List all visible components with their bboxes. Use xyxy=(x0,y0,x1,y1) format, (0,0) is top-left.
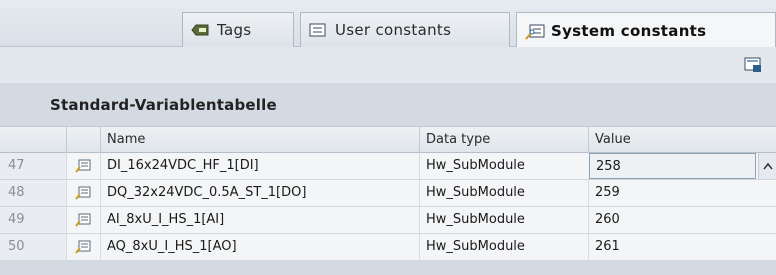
row-number: 50 xyxy=(0,234,66,260)
table-header: Name Data type Value xyxy=(0,126,776,153)
constant-icon xyxy=(66,153,100,179)
header-name[interactable]: Name xyxy=(100,127,419,153)
row-data-type[interactable]: Hw_SubModule xyxy=(419,180,588,206)
tags-icon xyxy=(191,23,209,37)
system-constants-icon xyxy=(525,24,545,40)
row-number: 48 xyxy=(0,180,66,206)
tab-system-constants[interactable]: System constants xyxy=(516,12,776,48)
table-title: Standard-Variablentabelle xyxy=(50,96,277,114)
list-icon xyxy=(309,23,327,37)
row-value[interactable]: 258 xyxy=(589,153,756,179)
toolbar xyxy=(0,47,776,83)
tab-tags-label: Tags xyxy=(217,21,252,39)
row-name[interactable]: AI_8xU_I_HS_1[AI] xyxy=(100,207,419,233)
tab-user-constants[interactable]: User constants xyxy=(300,12,510,47)
tab-strip: Tags User constants System constants xyxy=(0,0,776,48)
row-name[interactable]: AQ_8xU_I_HS_1[AO] xyxy=(100,234,419,260)
row-data-type[interactable]: Hw_SubModule xyxy=(419,207,588,233)
tab-user-constants-label: User constants xyxy=(335,21,452,39)
row-value[interactable]: 259 xyxy=(588,180,758,206)
monitor-icon[interactable] xyxy=(744,56,762,74)
constant-icon xyxy=(66,180,100,206)
constant-icon xyxy=(66,234,100,260)
header-value[interactable]: Value xyxy=(588,127,776,153)
constant-icon xyxy=(66,207,100,233)
scroll-up-button[interactable] xyxy=(758,153,776,179)
row-value[interactable]: 260 xyxy=(588,207,758,233)
table-row[interactable]: 50 AQ_8xU_I_HS_1[AO] Hw_SubModule 261 xyxy=(0,234,776,261)
header-data-type[interactable]: Data type xyxy=(419,127,588,153)
tab-system-constants-label: System constants xyxy=(551,21,707,40)
row-name[interactable]: DQ_32x24VDC_0.5A_ST_1[DO] xyxy=(100,180,419,206)
row-number: 49 xyxy=(0,207,66,233)
header-number xyxy=(0,127,66,153)
row-value[interactable]: 261 xyxy=(588,234,758,260)
table-row[interactable]: 47 DI_16x24VDC_HF_1[DI] Hw_SubModule 258 xyxy=(0,153,776,180)
tab-tags[interactable]: Tags xyxy=(182,12,294,47)
table-row[interactable]: 49 AI_8xU_I_HS_1[AI] Hw_SubModule 260 xyxy=(0,207,776,234)
row-data-type[interactable]: Hw_SubModule xyxy=(419,234,588,260)
row-name[interactable]: DI_16x24VDC_HF_1[DI] xyxy=(100,153,419,179)
header-icon xyxy=(66,127,100,153)
row-data-type[interactable]: Hw_SubModule xyxy=(419,153,588,179)
variable-table: Standard-Variablentabelle Name Data type… xyxy=(0,83,776,275)
row-number: 47 xyxy=(0,153,66,179)
table-row[interactable]: 48 DQ_32x24VDC_0.5A_ST_1[DO] Hw_SubModul… xyxy=(0,180,776,207)
